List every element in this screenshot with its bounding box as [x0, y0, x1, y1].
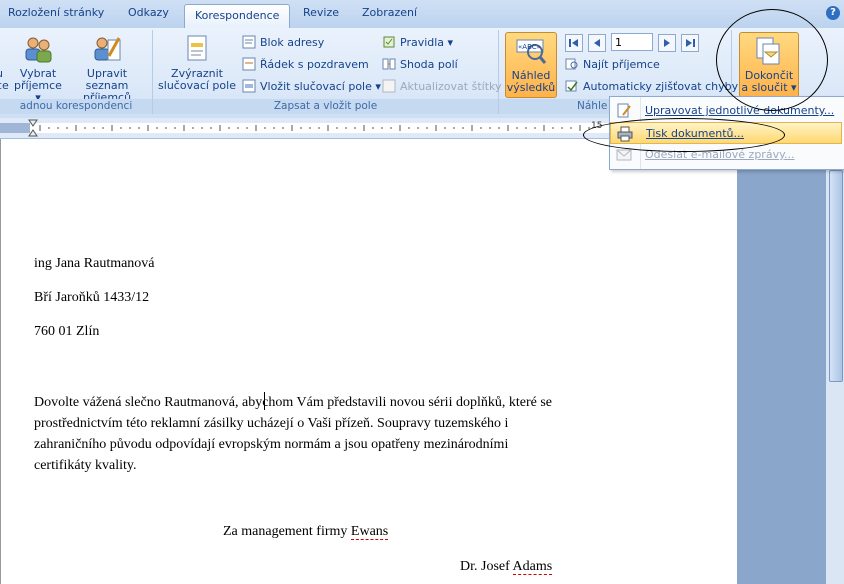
find-recipient-button[interactable]: Najít příjemce [565, 56, 660, 74]
edit-recipient-list-button[interactable]: Upravit seznam příjemců [66, 34, 148, 104]
update-labels-label: Aktualizovat štítky [400, 80, 502, 93]
recipient-city: 760 01 Zlín [34, 324, 100, 339]
address-block-label: Blok adresy [260, 36, 325, 49]
match-fields-label: Shoda polí [400, 58, 458, 71]
first-record-icon [569, 39, 578, 47]
document-page[interactable]: ing Jana Rautmanová Bří Jaroňků 1433/12 … [0, 139, 737, 584]
signer-line: Dr. Josef Adams [460, 559, 553, 575]
highlight-merge-fields-label-2: slučovací pole [158, 79, 236, 92]
tab-mailings[interactable]: Korespondence [184, 4, 291, 28]
signoff-text: Za management firmy [223, 524, 351, 539]
body-line-3: zahraničního původu odpovídají evropským… [34, 437, 509, 452]
rules-label: Pravidla [400, 36, 445, 49]
greeting-line-label: Řádek s pozdravem [260, 58, 369, 71]
update-labels-button[interactable]: Aktualizovat štítky [382, 78, 502, 96]
body-line-2: prostřednictvím této reklamní zásilky uc… [34, 416, 509, 431]
next-record-button[interactable] [658, 34, 676, 52]
body-line-4: certifikáty kvality. [34, 458, 137, 473]
match-fields-icon [382, 57, 396, 71]
greeting-line-icon [242, 57, 256, 71]
auto-check-errors-button[interactable]: Automaticky zjišťovat chyby [565, 78, 738, 96]
start-mail-merge-button[interactable]: u ce [0, 34, 10, 92]
first-record-button[interactable] [565, 34, 583, 52]
update-labels-icon [382, 79, 396, 93]
tab-references[interactable]: Odkazy [128, 6, 169, 19]
highlight-fields-icon [181, 34, 213, 64]
check-errors-icon [565, 79, 579, 93]
edit-recipient-list-label-1: Upravit seznam [85, 67, 129, 92]
body-paragraph: Dovolte vážená slečno Rautmanová, abycho… [34, 392, 552, 476]
edit-list-icon [91, 34, 123, 64]
rules-button[interactable]: Pravidla ▾ [382, 34, 453, 52]
recipient-name: ing Jana Rautmanová [34, 256, 155, 271]
rules-icon [382, 35, 396, 49]
recipient-street: Bří Jaroňků 1433/12 [34, 290, 150, 305]
start-mail-merge-label-2: ce [0, 79, 9, 92]
company-name: Ewans [350, 524, 389, 540]
scrollbar-thumb[interactable] [829, 170, 843, 382]
highlight-merge-fields-button[interactable]: Zvýraznit slučovací pole [157, 34, 237, 92]
help-icon[interactable]: ? [826, 6, 840, 20]
preview-results-button[interactable]: «ABC» Náhled výsledků [505, 32, 557, 98]
abc-label: «ABC» [518, 43, 541, 51]
address-block-icon [242, 35, 256, 49]
record-number-input[interactable]: 1 [611, 33, 653, 51]
previous-record-button[interactable] [588, 34, 606, 52]
find-recipient-icon [565, 57, 579, 71]
ruler: 15 [0, 118, 610, 139]
last-record-icon [686, 39, 695, 47]
previous-record-icon [594, 39, 600, 47]
find-recipient-label: Najít příjemce [583, 58, 660, 71]
preview-results-label-2: výsledků [506, 81, 556, 94]
text-cursor [264, 392, 265, 410]
ribbon-tab-bar: Rozložení stránky Odkazy Korespondence R… [0, 0, 844, 29]
signoff-line: Za management firmy Ewans [223, 524, 389, 540]
group-write-insert-fields: Zvýraznit slučovací pole Blok adresy Řád… [153, 30, 502, 114]
annotation-ellipse-finish [716, 9, 828, 111]
group-start-mail-merge: u ce Vybrat příjemce ▾ [0, 30, 153, 114]
last-record-button[interactable] [681, 34, 699, 52]
insert-merge-field-label: Vložit slučovací pole [260, 80, 372, 93]
insert-field-icon [242, 79, 256, 93]
group-label-start-mail-merge: adnou korespondenci [0, 99, 152, 114]
annotation-ellipse-print [583, 118, 785, 152]
address-block-button[interactable]: Blok adresy [242, 34, 324, 52]
next-record-icon [664, 39, 670, 47]
tab-page-layout[interactable]: Rozložení stránky [8, 6, 104, 19]
insert-merge-field-button[interactable]: Vložit slučovací pole ▾ [242, 78, 381, 96]
tab-view[interactable]: Zobrazení [362, 6, 417, 19]
signer-surname: Adams [512, 559, 553, 575]
match-fields-button[interactable]: Shoda polí [382, 56, 458, 74]
auto-check-errors-label: Automaticky zjišťovat chyby [583, 80, 739, 93]
people-icon [22, 34, 54, 64]
select-recipients-button[interactable]: Vybrat příjemce ▾ [12, 34, 64, 104]
greeting-line-button[interactable]: Řádek s pozdravem [242, 56, 369, 74]
body-line-1: Dovolte vážená slečno Rautmanová, abycho… [34, 395, 552, 410]
ruler-ticks [0, 119, 610, 137]
preview-abc-icon: «ABC» [515, 36, 547, 66]
edit-documents-icon [616, 103, 632, 119]
tab-review[interactable]: Revize [303, 6, 339, 19]
signer-text: Dr. Josef [460, 559, 513, 574]
group-label-write-insert-fields: Zapsat a vložit pole [153, 99, 498, 114]
